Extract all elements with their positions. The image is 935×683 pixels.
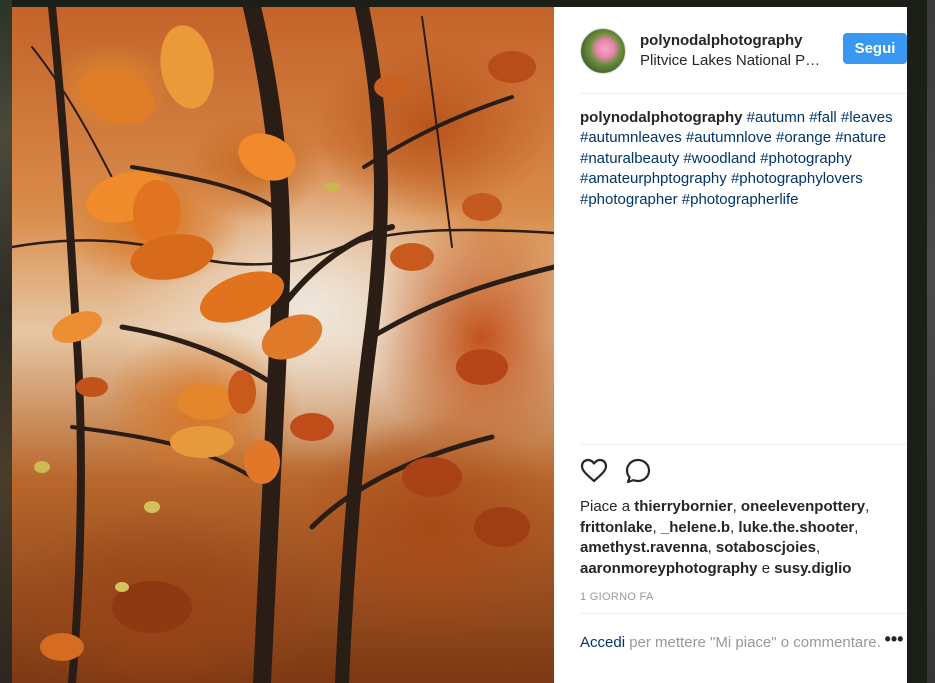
author-info: polynodalphotography Plitvice Lakes Nati… [640, 31, 840, 71]
hashtag[interactable]: #amateurphptography [580, 170, 727, 187]
liker-link[interactable]: _helene.b [661, 519, 730, 536]
username-link[interactable]: polynodalphotography [640, 31, 840, 51]
post-timestamp[interactable]: 1 GIORNO FA [554, 579, 907, 613]
background-page-right [927, 0, 935, 683]
follow-button[interactable]: Segui [843, 33, 907, 64]
hashtag[interactable]: #woodland [683, 150, 756, 167]
liker-link[interactable]: aaronmoreyphotography [580, 560, 758, 577]
location-link[interactable]: Plitvice Lakes National Park [640, 51, 822, 71]
hashtag[interactable]: #photographerlife [682, 191, 799, 208]
login-link[interactable]: Accedi [580, 634, 625, 651]
login-prompt: Accedi per mettere "Mi piace" o commenta… [554, 614, 907, 654]
likes-conjunction: e [761, 559, 771, 577]
post-sidebar: polynodalphotography Plitvice Lakes Nati… [554, 7, 907, 683]
liker-link[interactable]: luke.the.shooter [738, 519, 854, 536]
hashtag[interactable]: #autumnleaves [580, 129, 682, 146]
hashtag[interactable]: #photographylovers [731, 170, 863, 187]
autumn-tree-illustration [12, 7, 554, 683]
liker-link[interactable]: thierrybornier [634, 498, 732, 515]
hashtag[interactable]: #photography [760, 150, 852, 167]
action-bar [554, 445, 907, 497]
hashtag[interactable]: #orange [776, 129, 831, 146]
hashtag[interactable]: #nature [835, 129, 886, 146]
likes-prefix: Piace a [580, 498, 631, 515]
liker-link[interactable]: sotaboscjoies [716, 539, 816, 556]
likes-summary: Piace a thierrybornier, oneelevenpottery… [580, 498, 870, 577]
login-prompt-text: per mettere "Mi piace" o commentare. [629, 634, 881, 651]
avatar[interactable] [580, 27, 626, 74]
caption-author[interactable]: polynodalphotography [580, 109, 743, 126]
liker-link[interactable]: frittonlake [580, 519, 653, 536]
hashtag[interactable]: #autumnlove [686, 129, 772, 146]
background-page-left [0, 0, 12, 683]
liker-link[interactable]: oneelevenpottery [741, 498, 865, 515]
hashtag[interactable]: #naturalbeauty [580, 150, 679, 167]
speech-bubble-icon[interactable] [624, 457, 652, 485]
liker-link[interactable]: susy.diglio [774, 560, 851, 577]
post-caption: polynodalphotography #autumn #fall #leav… [554, 94, 907, 444]
heart-outline-icon[interactable] [580, 457, 608, 485]
liker-link[interactable]: amethyst.ravenna [580, 539, 708, 556]
hashtag[interactable]: #leaves [841, 109, 893, 126]
post-header: polynodalphotography Plitvice Lakes Nati… [554, 7, 907, 94]
hashtag[interactable]: #fall [809, 109, 837, 126]
post-modal: polynodalphotography Plitvice Lakes Nati… [12, 7, 907, 683]
ellipsis-icon[interactable]: ••• [883, 630, 905, 654]
hashtag[interactable]: #autumn [747, 109, 805, 126]
post-photo[interactable] [12, 7, 554, 683]
hashtag[interactable]: #photographer [580, 191, 678, 208]
